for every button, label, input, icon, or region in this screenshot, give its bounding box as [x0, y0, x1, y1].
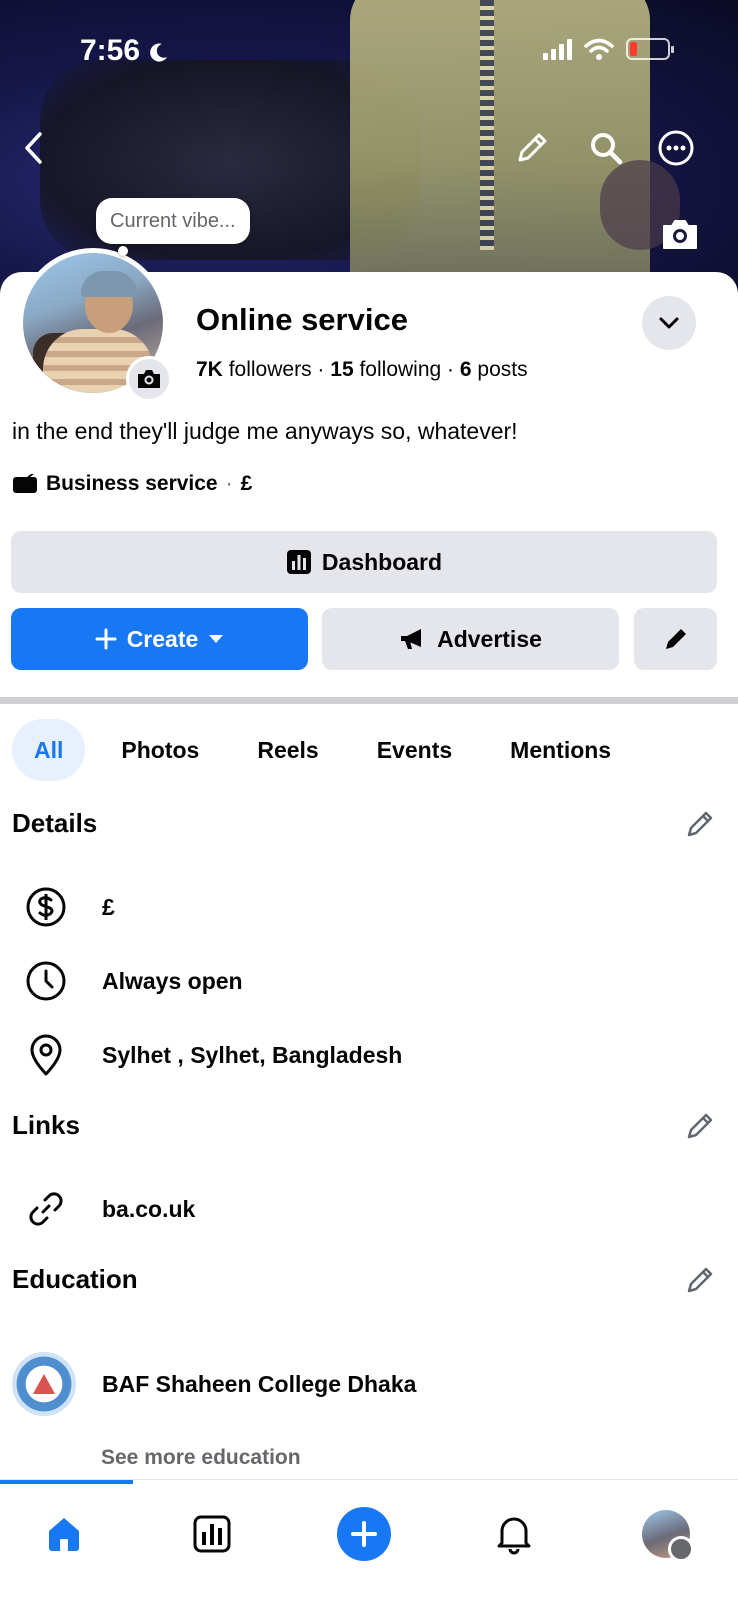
- content-tabs: All Photos Reels Events Mentions: [12, 719, 647, 781]
- detail-hours-row: Always open: [22, 957, 243, 1005]
- detail-location-row: Sylhet , Sylhet, Bangladesh: [22, 1031, 402, 1079]
- detail-price-row: £: [22, 883, 115, 931]
- edit-cover-photo-button[interactable]: [658, 212, 702, 256]
- following-count[interactable]: 15: [330, 358, 353, 381]
- detail-hours-text: Always open: [102, 967, 243, 994]
- tab-reels[interactable]: Reels: [235, 719, 340, 781]
- followers-label[interactable]: followers: [229, 358, 312, 381]
- dashboard-icon: [193, 1515, 231, 1553]
- category-separator: ·: [225, 472, 233, 495]
- plus-icon: [351, 1521, 377, 1547]
- signal-icon: [543, 38, 572, 60]
- more-icon: [658, 130, 694, 166]
- dashboard-button[interactable]: Dashboard: [11, 531, 717, 593]
- dashboard-label: Dashboard: [321, 548, 443, 575]
- switch-profile-button[interactable]: [642, 296, 696, 350]
- education-heading: Education: [12, 1264, 138, 1294]
- camera-icon: [138, 370, 160, 388]
- price-range: £: [240, 472, 253, 495]
- stats-separator: ·: [317, 358, 325, 381]
- links-heading: Links: [12, 1110, 80, 1140]
- nav-profile[interactable]: [636, 1504, 696, 1564]
- profile-category: Business service · £: [12, 472, 252, 496]
- tab-all[interactable]: All: [12, 719, 86, 781]
- details-heading: Details: [12, 808, 98, 838]
- link-url[interactable]: ba.co.uk: [102, 1196, 195, 1223]
- following-label[interactable]: following: [359, 358, 441, 381]
- pencil-icon: [518, 133, 547, 162]
- posts-label: posts: [477, 358, 528, 381]
- chevron-down-icon: [659, 317, 679, 329]
- school-name[interactable]: BAF Shaheen College Dhaka: [102, 1371, 416, 1398]
- location-pin-icon: [22, 1031, 70, 1079]
- nav-notifications[interactable]: [484, 1504, 544, 1564]
- tab-events[interactable]: Events: [355, 719, 474, 781]
- avatar[interactable]: [642, 1510, 694, 1562]
- moon-icon: [150, 43, 168, 62]
- school-logo: [12, 1352, 76, 1416]
- bottom-navigation: [0, 1479, 738, 1600]
- tab-mentions[interactable]: Mentions: [488, 719, 633, 781]
- followers-count[interactable]: 7K: [196, 358, 223, 381]
- camera-icon: [663, 220, 697, 249]
- business-icon: [13, 474, 37, 493]
- search-button[interactable]: [584, 126, 628, 170]
- create-label: Create: [126, 625, 199, 652]
- page-title: Online service: [196, 302, 408, 337]
- profile-stats: 7K followers · 15 following · 6 posts: [196, 358, 528, 382]
- section-divider: [0, 697, 738, 704]
- plus-icon: [95, 628, 117, 650]
- status-icons: [543, 38, 674, 60]
- nav-dashboard[interactable]: [182, 1504, 242, 1564]
- link-icon: [22, 1185, 70, 1233]
- nav-home[interactable]: [34, 1504, 94, 1564]
- dollar-icon: [22, 883, 70, 931]
- detail-price-text: £: [102, 893, 115, 920]
- tab-photos[interactable]: Photos: [99, 719, 221, 781]
- stats-separator: ·: [447, 358, 455, 381]
- bubble-tail-dot: [118, 246, 128, 256]
- status-bar: 7:56: [0, 30, 738, 70]
- pencil-icon: [665, 629, 686, 649]
- edit-details-button[interactable]: [684, 808, 716, 840]
- bell-icon: [497, 1517, 531, 1555]
- megaphone-icon: [401, 629, 422, 649]
- clock-icon: [22, 957, 70, 1005]
- edit-links-button[interactable]: [684, 1110, 716, 1142]
- edit-avatar-button[interactable]: [126, 356, 172, 402]
- pencil-icon: [687, 811, 713, 837]
- nav-create[interactable]: [334, 1504, 394, 1564]
- pencil-icon: [687, 1113, 713, 1139]
- create-button[interactable]: Create: [11, 608, 308, 670]
- back-button[interactable]: [12, 126, 56, 170]
- wifi-icon: [584, 38, 614, 60]
- battery-icon: [626, 38, 674, 60]
- profile-bio: in the end they'll judge me anyways so, …: [12, 418, 518, 444]
- posts-count: 6: [459, 358, 472, 381]
- status-time: 7:56: [80, 34, 168, 68]
- edit-education-button[interactable]: [684, 1264, 716, 1296]
- see-more-education-link[interactable]: See more education: [101, 1446, 301, 1470]
- search-icon: [591, 133, 623, 165]
- advertise-label: Advertise: [437, 625, 542, 652]
- caret-down-icon: [209, 635, 224, 643]
- more-options-button[interactable]: [654, 126, 698, 170]
- dashboard-icon: [286, 550, 311, 574]
- link-row[interactable]: ba.co.uk: [22, 1185, 195, 1233]
- active-tab-indicator: [0, 1480, 133, 1484]
- edit-page-button[interactable]: [634, 608, 717, 670]
- pencil-icon: [687, 1267, 713, 1293]
- create-post-button[interactable]: [337, 1507, 391, 1561]
- detail-location-text[interactable]: Sylhet , Sylhet, Bangladesh: [102, 1042, 402, 1069]
- category-label: Business service: [46, 472, 218, 495]
- back-icon: [25, 132, 42, 164]
- home-icon: [49, 1518, 79, 1551]
- advertise-button[interactable]: Advertise: [322, 608, 619, 670]
- edit-profile-button[interactable]: [510, 126, 554, 170]
- current-vibe-bubble[interactable]: Current vibe...: [96, 198, 250, 244]
